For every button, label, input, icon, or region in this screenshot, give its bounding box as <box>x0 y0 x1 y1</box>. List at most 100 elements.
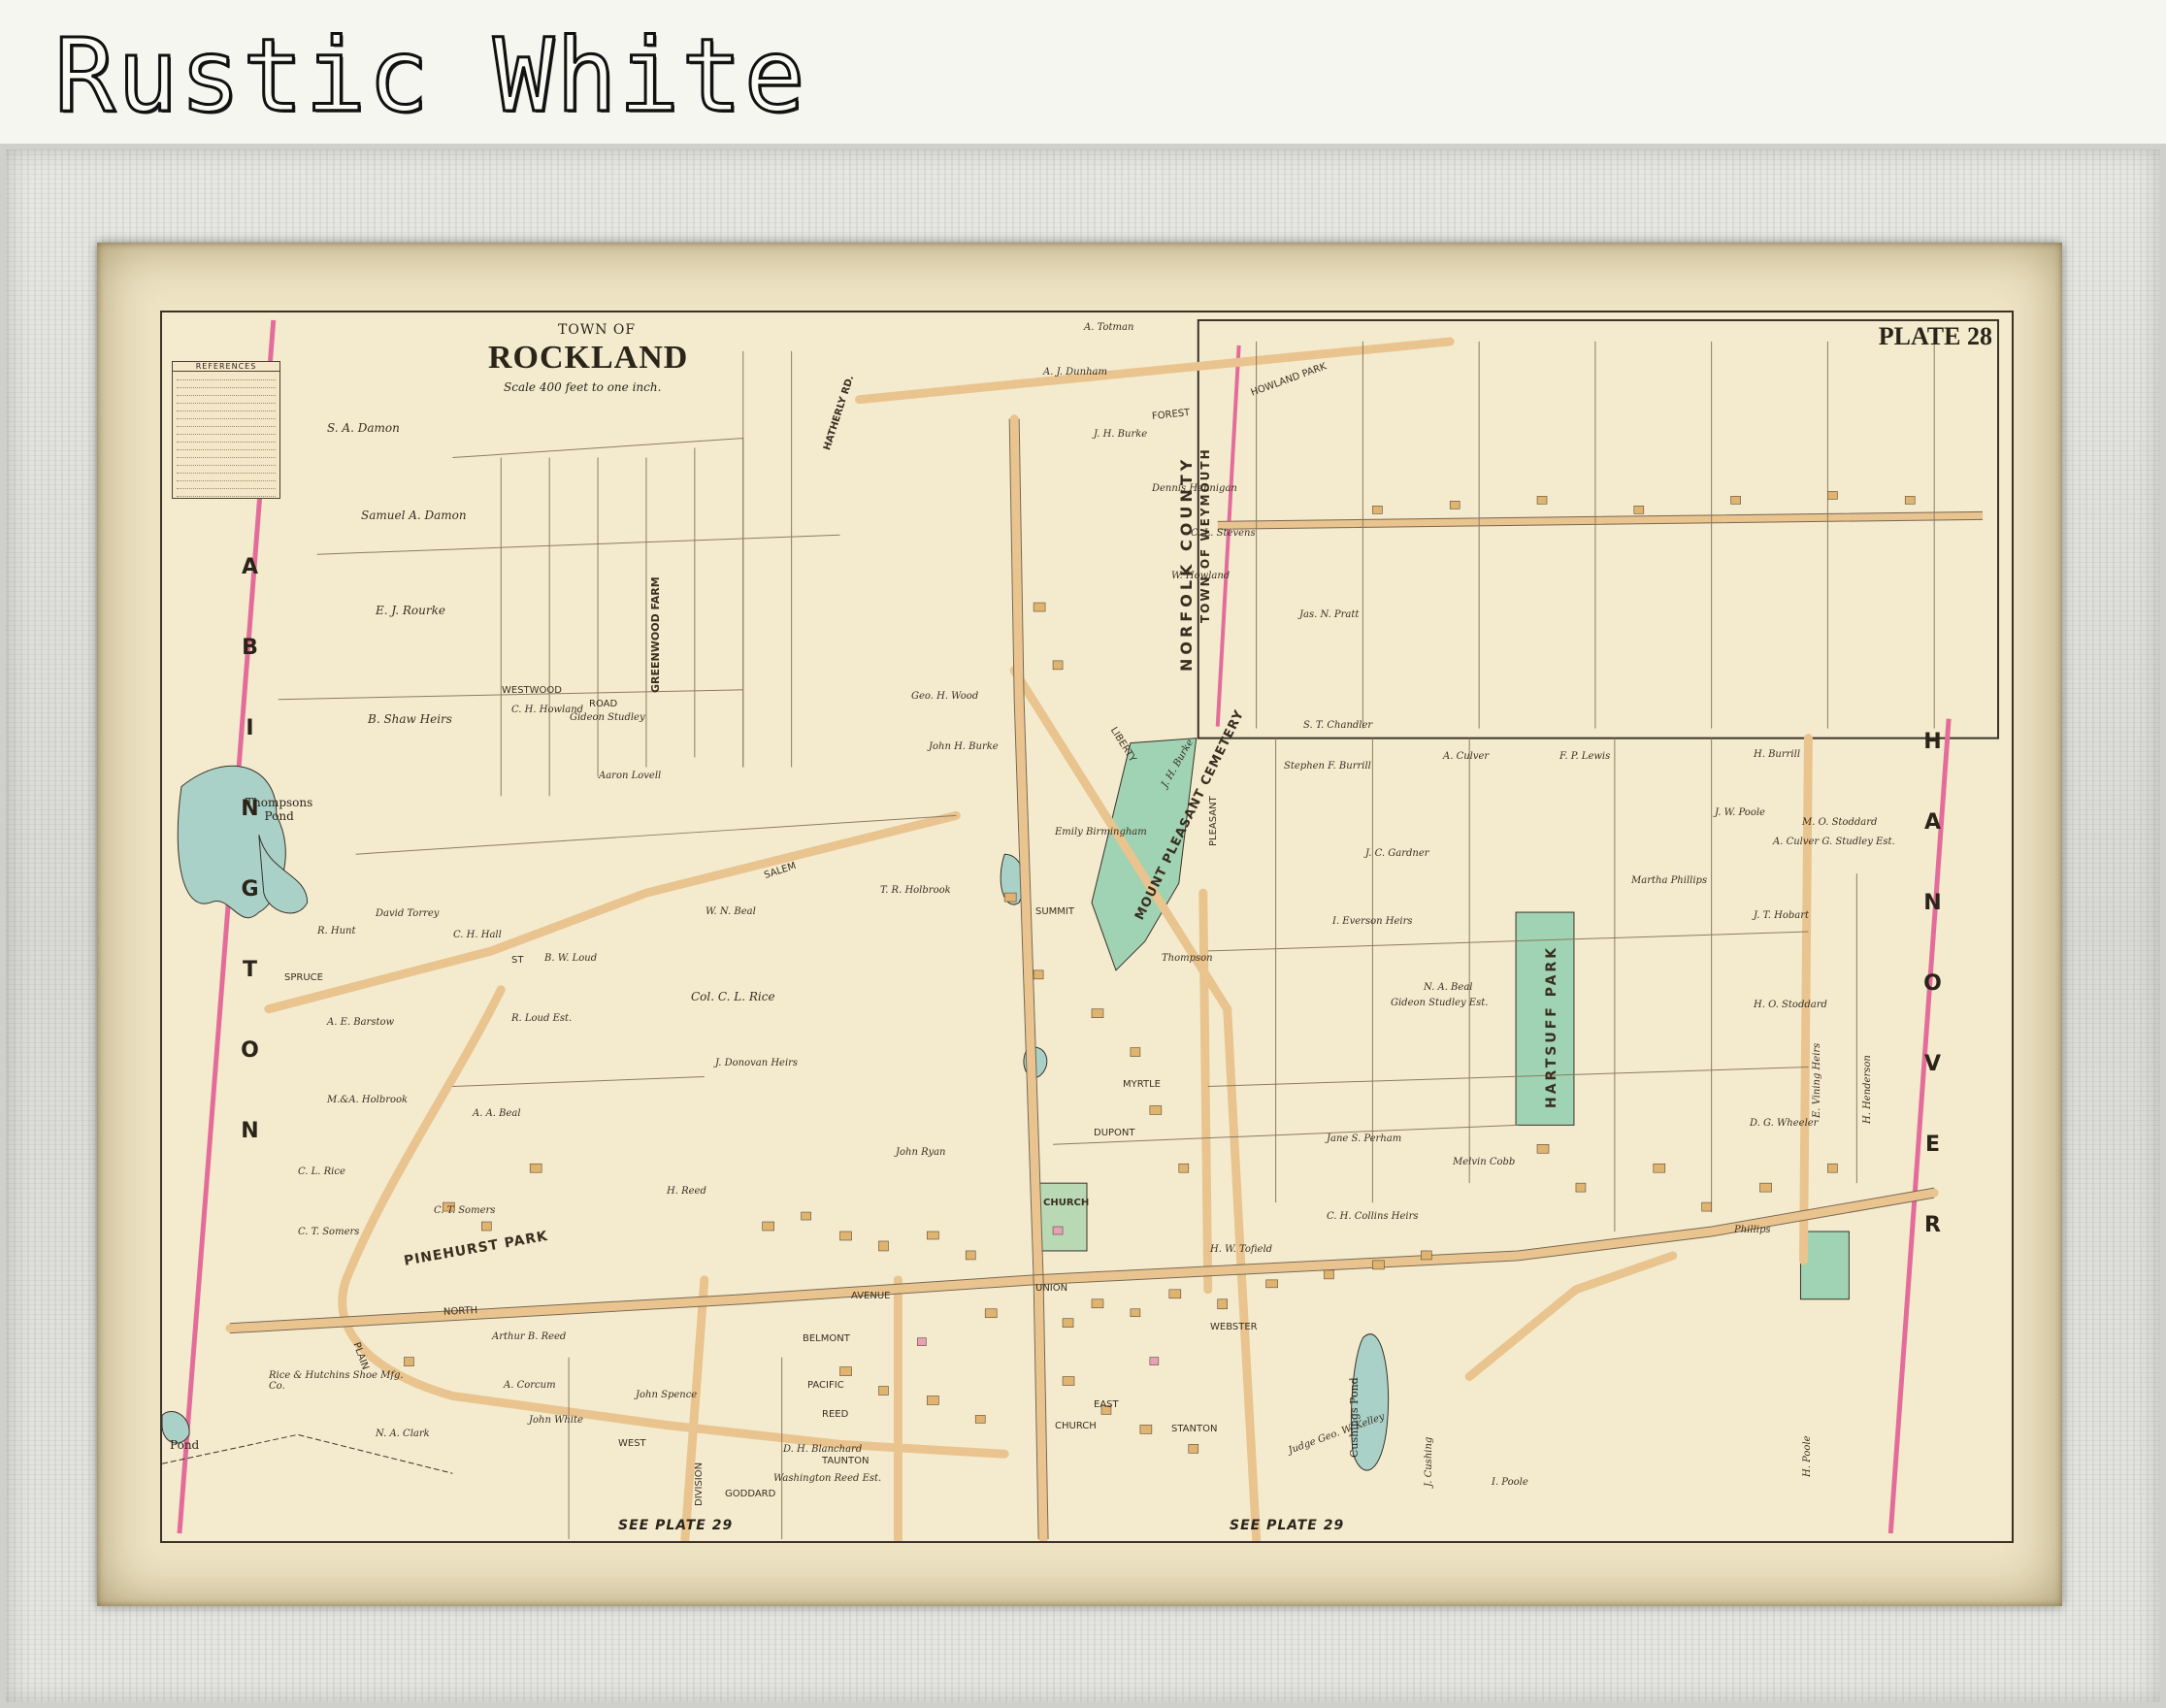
owner-label: John Spence <box>636 1390 698 1400</box>
street-label: PLEASANT <box>1208 796 1219 846</box>
scale-note: Scale 400 feet to one inch. <box>504 380 662 394</box>
owner-label: A. Culver <box>1443 751 1490 762</box>
owner-label: S. T. Chandler <box>1303 720 1373 731</box>
owner-label: Dennis Hennigan <box>1152 483 1237 494</box>
street-label: ST <box>511 955 524 966</box>
owner-label: Jane S. Perham <box>1327 1133 1402 1144</box>
owner-label: John Ryan <box>896 1147 946 1158</box>
owner-label: Jas. N. Pratt <box>1299 609 1360 620</box>
owner-label: Geo. H. Wood <box>911 691 979 702</box>
map-graphics <box>162 318 2000 1541</box>
owner-label: C. H. Collins Heirs <box>1327 1211 1419 1222</box>
owner-label: Samuel A. Damon <box>361 509 467 522</box>
hartsuff-park-label: HARTSUFF PARK <box>1544 944 1559 1108</box>
owner-label: B. Shaw Heirs <box>368 712 452 726</box>
hanover-border-label: HANOVER <box>1920 730 1945 1294</box>
owner-label: Arthur B. Reed <box>492 1331 567 1342</box>
owner-label: M. O. Stoddard <box>1802 817 1878 828</box>
owner-label: A. A. Beal <box>473 1108 521 1119</box>
owner-label: M.&A. Holbrook <box>327 1095 409 1105</box>
owner-label: C. L. Rice <box>298 1166 345 1177</box>
owner-label: C. T. Somers <box>434 1205 496 1216</box>
owner-label: J. Cushing <box>1424 1436 1434 1487</box>
owner-label: Phillips <box>1734 1225 1771 1235</box>
street-label: NORTH <box>443 1305 478 1318</box>
owner-label: David Torrey <box>376 908 440 919</box>
owner-label: E. J. Rourke <box>376 604 445 617</box>
owner-label: W. Howland <box>1171 571 1231 581</box>
street-label: ROAD <box>589 699 618 709</box>
owner-label: H. O. Stoddard <box>1754 1000 1827 1010</box>
street-label: UNION <box>1035 1283 1068 1294</box>
owner-label: H. W. Tofield <box>1210 1244 1273 1255</box>
owner-label: A. J. Dunham <box>1043 367 1107 378</box>
street-label: SPRUCE <box>284 972 323 983</box>
thompsons-pond-label: Thompsons Pond <box>246 796 313 823</box>
street-label: BELMONT <box>803 1333 850 1344</box>
references-legend: REFERENCES <box>172 361 280 499</box>
owner-label: Washington Reed Est. <box>773 1473 882 1484</box>
street-label: GODDARD <box>725 1489 776 1499</box>
owner-label: Melvin Cobb <box>1453 1157 1516 1167</box>
owner-label: A. E. Barstow <box>327 1017 395 1028</box>
legend-entries <box>173 372 279 502</box>
owner-label: C. T. Somers <box>298 1227 360 1237</box>
street-label: REED <box>822 1409 849 1420</box>
owner-label: Gideon Studley <box>570 712 645 723</box>
owner-label: T. R. Holbrook <box>880 885 951 896</box>
see-plate-right: SEE PLATE 29 <box>1230 1518 1345 1533</box>
church-label: CHURCH <box>1043 1198 1090 1208</box>
town-name: ROCKLAND <box>488 340 689 376</box>
owner-label: Thompson <box>1162 953 1213 964</box>
antique-map: PLATE 28 TOWN OF ROCKLAND Scale 400 feet… <box>160 311 2014 1543</box>
street-label: TAUNTON <box>822 1456 870 1466</box>
street-label: DIVISION <box>694 1462 705 1506</box>
owner-label: Col. C. L. Rice <box>691 990 775 1003</box>
owner-label: J. H. Burke <box>1094 429 1148 440</box>
owner-label: E. Vining Heirs <box>1812 1042 1822 1118</box>
owner-label: Martha Phillips <box>1631 875 1708 886</box>
church-area <box>1037 1182 1088 1252</box>
street-label: WEST <box>618 1438 646 1449</box>
owner-label: C. H. Hall <box>453 930 502 940</box>
owner-label: I. Everson Heirs <box>1332 916 1413 927</box>
owner-label: A. Totman <box>1084 322 1134 333</box>
legend-title: REFERENCES <box>173 362 279 372</box>
owner-label: N. A. Clark <box>376 1429 430 1439</box>
owner-label: John White <box>529 1415 583 1426</box>
town-of-label: TOWN OF <box>558 322 637 338</box>
street-label: AVENUE <box>851 1291 891 1301</box>
pond-label: Pond <box>170 1438 200 1452</box>
owner-label: Gideon Studley Est. <box>1391 998 1489 1008</box>
street-label: PACIFIC <box>807 1380 844 1391</box>
street-label: CHURCH <box>1055 1421 1097 1431</box>
owner-label: J. T. Hobart <box>1754 910 1810 921</box>
owner-label: Emily Birmingham <box>1055 827 1147 838</box>
railroad <box>162 1433 453 1474</box>
cushings-pond-label: Cushings Pond <box>1348 1377 1361 1458</box>
owner-label: J. W. Poole <box>1715 807 1765 818</box>
owner-label: C. L. Stevens <box>1191 528 1256 539</box>
owner-label: N. A. Beal <box>1424 982 1473 993</box>
owner-label: F. P. Lewis <box>1559 751 1611 762</box>
owner-label: John H. Burke <box>929 741 999 752</box>
owner-label: Rice & Hutchins Shoe Mfg. Co. <box>269 1370 404 1392</box>
street-label: WEBSTER <box>1210 1322 1258 1332</box>
owner-label: S. A. Damon <box>327 421 400 435</box>
owner-label: A. Corcum <box>504 1380 556 1391</box>
owner-label: D. G. Wheeler <box>1750 1118 1819 1129</box>
owner-label: R. Loud Est. <box>511 1013 573 1024</box>
owner-label: H. Poole <box>1802 1435 1813 1477</box>
owner-label: R. Hunt <box>317 926 356 936</box>
frame-style-title: Rustic White <box>52 16 807 136</box>
owner-label: Aaron Lovell <box>599 771 662 781</box>
owner-label: D. H. Blanchard <box>783 1444 863 1455</box>
inset-frame <box>1197 318 2000 739</box>
street-label: WESTWOOD <box>502 685 562 696</box>
street-label: MYRTLE <box>1123 1079 1161 1090</box>
greenwood-farm-label: GREENWOOD FARM <box>649 576 662 693</box>
street-label: STANTON <box>1171 1424 1218 1434</box>
owner-label: A. Culver G. Studley Est. <box>1773 837 1895 847</box>
plate-number: PLATE 28 <box>1878 322 1992 350</box>
owner-label: B. W. Loud <box>544 953 598 964</box>
